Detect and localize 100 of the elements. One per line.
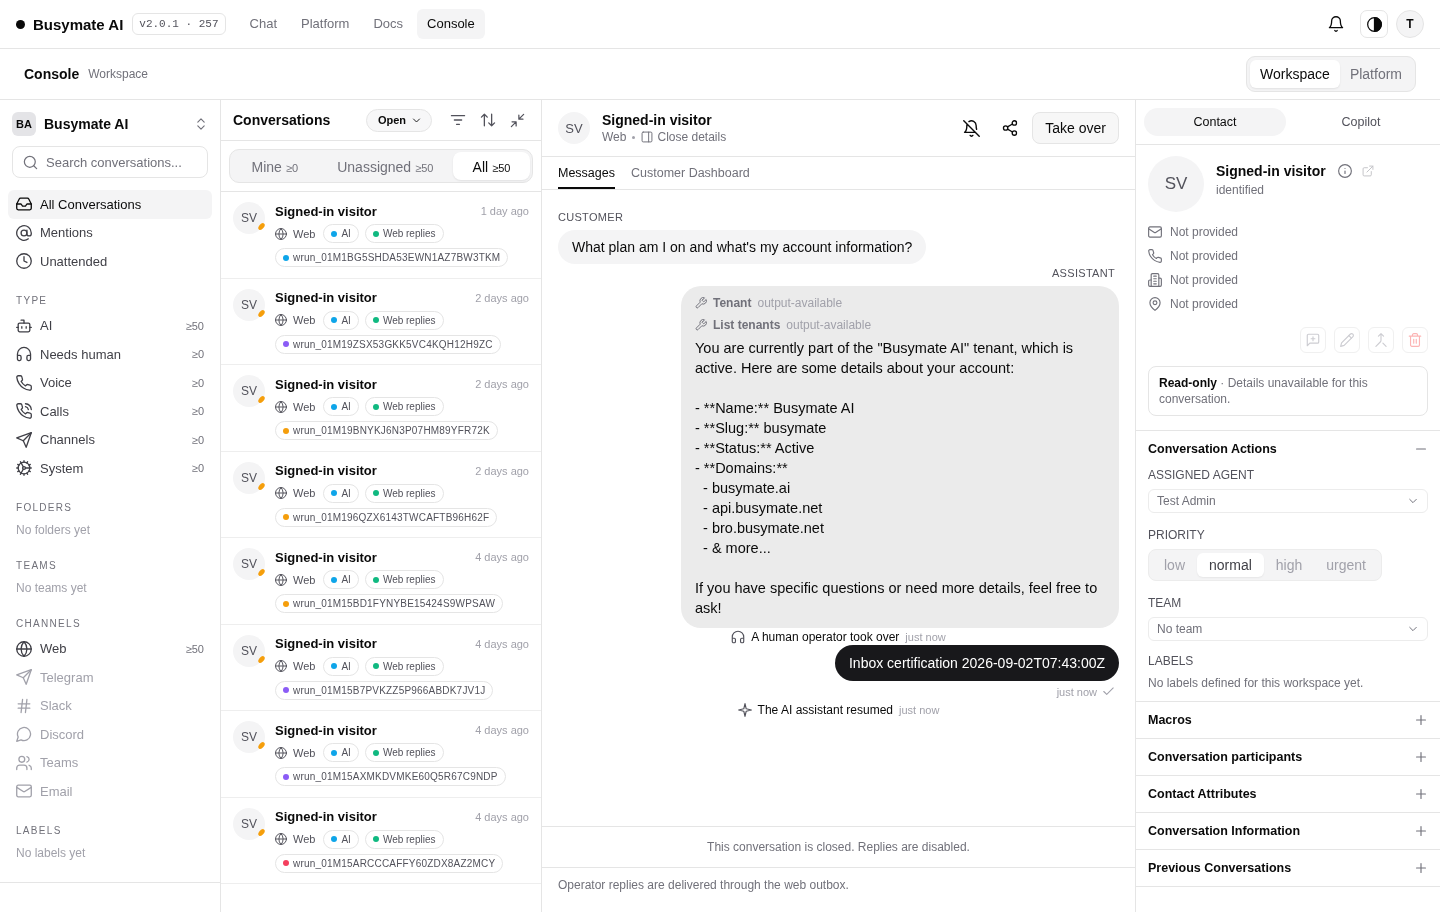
share-icon[interactable] (1002, 120, 1019, 136)
bell-off-icon[interactable] (963, 119, 981, 137)
globe-icon (275, 746, 287, 759)
contact-avatar: SV (233, 461, 265, 494)
nav-tab[interactable]: Chat (239, 9, 287, 39)
contact-name: Signed-in visitor (275, 203, 377, 219)
paper-plane-icon (16, 669, 32, 686)
plus-icon[interactable] (1414, 824, 1428, 838)
assignment-tab[interactable]: All ≥50 (453, 152, 530, 180)
conversation-item[interactable]: SV Signed-in visitor 4 days ago Web AI Web replies wrun_01M15BD1FYNYBE15424S9WPSAW (221, 538, 541, 625)
view-tab[interactable]: Customer Dashboard (631, 157, 750, 189)
panel-tab[interactable]: Contact (1144, 108, 1286, 136)
timestamp: 4 days ago (475, 810, 529, 823)
take-over-button[interactable]: Take over (1032, 112, 1119, 144)
section-title: Previous Conversations (1148, 861, 1292, 875)
field-value: Not provided (1170, 249, 1239, 263)
nav-tab[interactable]: Docs (363, 9, 414, 39)
close-details-link[interactable]: Close details (641, 129, 727, 145)
add-note-button[interactable] (1300, 327, 1326, 353)
sender-label: ASSISTANT (1052, 266, 1116, 280)
panel-tab[interactable]: Copilot (1290, 108, 1432, 136)
external-link-icon[interactable] (1361, 165, 1374, 177)
section-title: Macros (1148, 713, 1192, 727)
conversation-item[interactable]: SV Signed-in visitor 1 day ago Web AI Web replies wrun_01M1BG5SHDA53EWN1AZ7BW3TKM (221, 192, 541, 279)
item-count: ≥0 (191, 376, 204, 389)
channel-label: Web (293, 314, 316, 326)
search-field[interactable]: Search conversations... (12, 146, 208, 178)
page-title: Console (24, 66, 80, 82)
plus-icon[interactable] (1414, 861, 1428, 875)
at-sign-icon (16, 224, 32, 241)
contact-name: Signed-in visitor (275, 463, 377, 478)
sidebar-item[interactable]: All Conversations (8, 190, 212, 219)
sidebar-item[interactable]: Voice ≥0 (8, 368, 212, 397)
globe-icon (275, 227, 287, 240)
item-count: ≥50 (185, 319, 204, 332)
theme-toggle-button[interactable] (1360, 10, 1388, 38)
nav-tab[interactable]: Console (417, 9, 485, 39)
contact-name: Signed-in visitor (275, 636, 377, 651)
tag-label: Web replies (382, 228, 436, 239)
contact-avatar: SV (233, 721, 265, 753)
sidebar-item[interactable]: System ≥0 (8, 454, 212, 483)
scope-option[interactable]: Platform (1339, 60, 1412, 88)
plus-icon[interactable] (1414, 750, 1428, 764)
event-text: A human operator took over (751, 629, 900, 644)
timestamp: 4 days ago (475, 551, 529, 563)
page-subtitle: Workspace (88, 67, 149, 81)
view-tab[interactable]: Messages (558, 157, 615, 189)
presence-badge-icon (258, 827, 265, 837)
sidebar-item[interactable]: Web ≥50 (8, 634, 212, 663)
tab-count: ≥0 (285, 162, 299, 174)
plus-icon[interactable] (1414, 713, 1428, 727)
priority-option[interactable]: normal (1197, 553, 1264, 577)
assignment-tab[interactable]: Unassigned ≥50 (317, 152, 453, 180)
conversation-item[interactable]: SV Signed-in visitor 2 days ago Web AI Web replies wrun_01M19ZSX53GKK5VC4KQH12H9ZC (221, 278, 541, 365)
conversation-item[interactable]: SV Signed-in visitor 4 days ago Web AI Web replies wrun_01M15B7PVKZZ5P966ABDK7JV1J (221, 624, 541, 711)
info-icon[interactable] (1337, 164, 1352, 178)
timestamp: 4 days ago (475, 637, 529, 650)
conversation-item[interactable]: SV Signed-in visitor 4 days ago Web AI Web replies wrun_01M15ARCCCAFFY60ZDX8AZ2MCY (221, 797, 541, 884)
tab-count: ≥50 (415, 162, 434, 174)
sort-icon[interactable] (480, 112, 496, 128)
field-label: TEAM (1148, 595, 1183, 611)
sidebar-item[interactable]: Needs human ≥0 (8, 340, 212, 369)
tag-label: AI (341, 314, 351, 326)
sparkle-icon (737, 702, 752, 717)
chevrons-icon[interactable] (194, 117, 208, 131)
tag-label: AI (341, 401, 351, 412)
scope-option[interactable]: Workspace (1250, 60, 1340, 88)
channel-label: Web (293, 660, 316, 672)
run-id: wrun_01M19ZSX53GKK5VC4KQH12H9ZC (293, 338, 493, 350)
agent-select[interactable]: Test Admin (1148, 489, 1428, 513)
merge-button[interactable] (1368, 327, 1394, 353)
user-avatar[interactable]: T (1396, 10, 1424, 38)
bell-icon[interactable] (1328, 16, 1344, 32)
sidebar-item[interactable]: AI ≥50 (8, 311, 212, 340)
sidebar-item[interactable]: Calls ≥0 (8, 397, 212, 426)
brand-name: Busymate AI (33, 15, 124, 33)
map-pin-icon (1148, 297, 1162, 311)
conversation-item[interactable]: SV Signed-in visitor 2 days ago Web AI Web replies wrun_01M196QZX6143TWCAFTB96H62F (221, 451, 541, 538)
conversation-item[interactable]: SV Signed-in visitor 4 days ago Web AI Web replies wrun_01M15AXMKDVMKE60Q5R67C9NDP (221, 711, 541, 798)
edit-button[interactable] (1334, 327, 1360, 353)
globe-icon (275, 487, 287, 499)
channel-label: Web (293, 573, 316, 586)
run-id: wrun_01M15B7PVKZZ5P966ABDK7JV1J (293, 684, 486, 696)
sidebar-item[interactable]: Unattended (8, 247, 212, 276)
contact-avatar: SV (558, 112, 590, 144)
channel-label: Web (602, 129, 627, 145)
envelope-icon (16, 783, 32, 800)
team-select[interactable]: No team (1148, 617, 1428, 641)
field-value: Not provided (1170, 273, 1239, 287)
sidebar-item[interactable]: Channels ≥0 (8, 425, 212, 454)
collapse-icon[interactable] (510, 112, 525, 128)
filter-icon[interactable] (450, 112, 466, 128)
delete-button[interactable] (1402, 327, 1428, 353)
plus-icon[interactable] (1414, 787, 1428, 801)
nav-tab[interactable]: Platform (291, 9, 360, 39)
assignment-tab[interactable]: Mine ≥0 (232, 152, 318, 180)
status-filter-dropdown[interactable]: Open (365, 108, 432, 132)
section-heading: LABELS (15, 823, 63, 838)
sidebar-item[interactable]: Mentions (8, 218, 212, 247)
conversation-item[interactable]: SV Signed-in visitor 2 days ago Web AI Web replies wrun_01M19BNYKJ6N3P07HM89YFR72K (221, 365, 541, 452)
